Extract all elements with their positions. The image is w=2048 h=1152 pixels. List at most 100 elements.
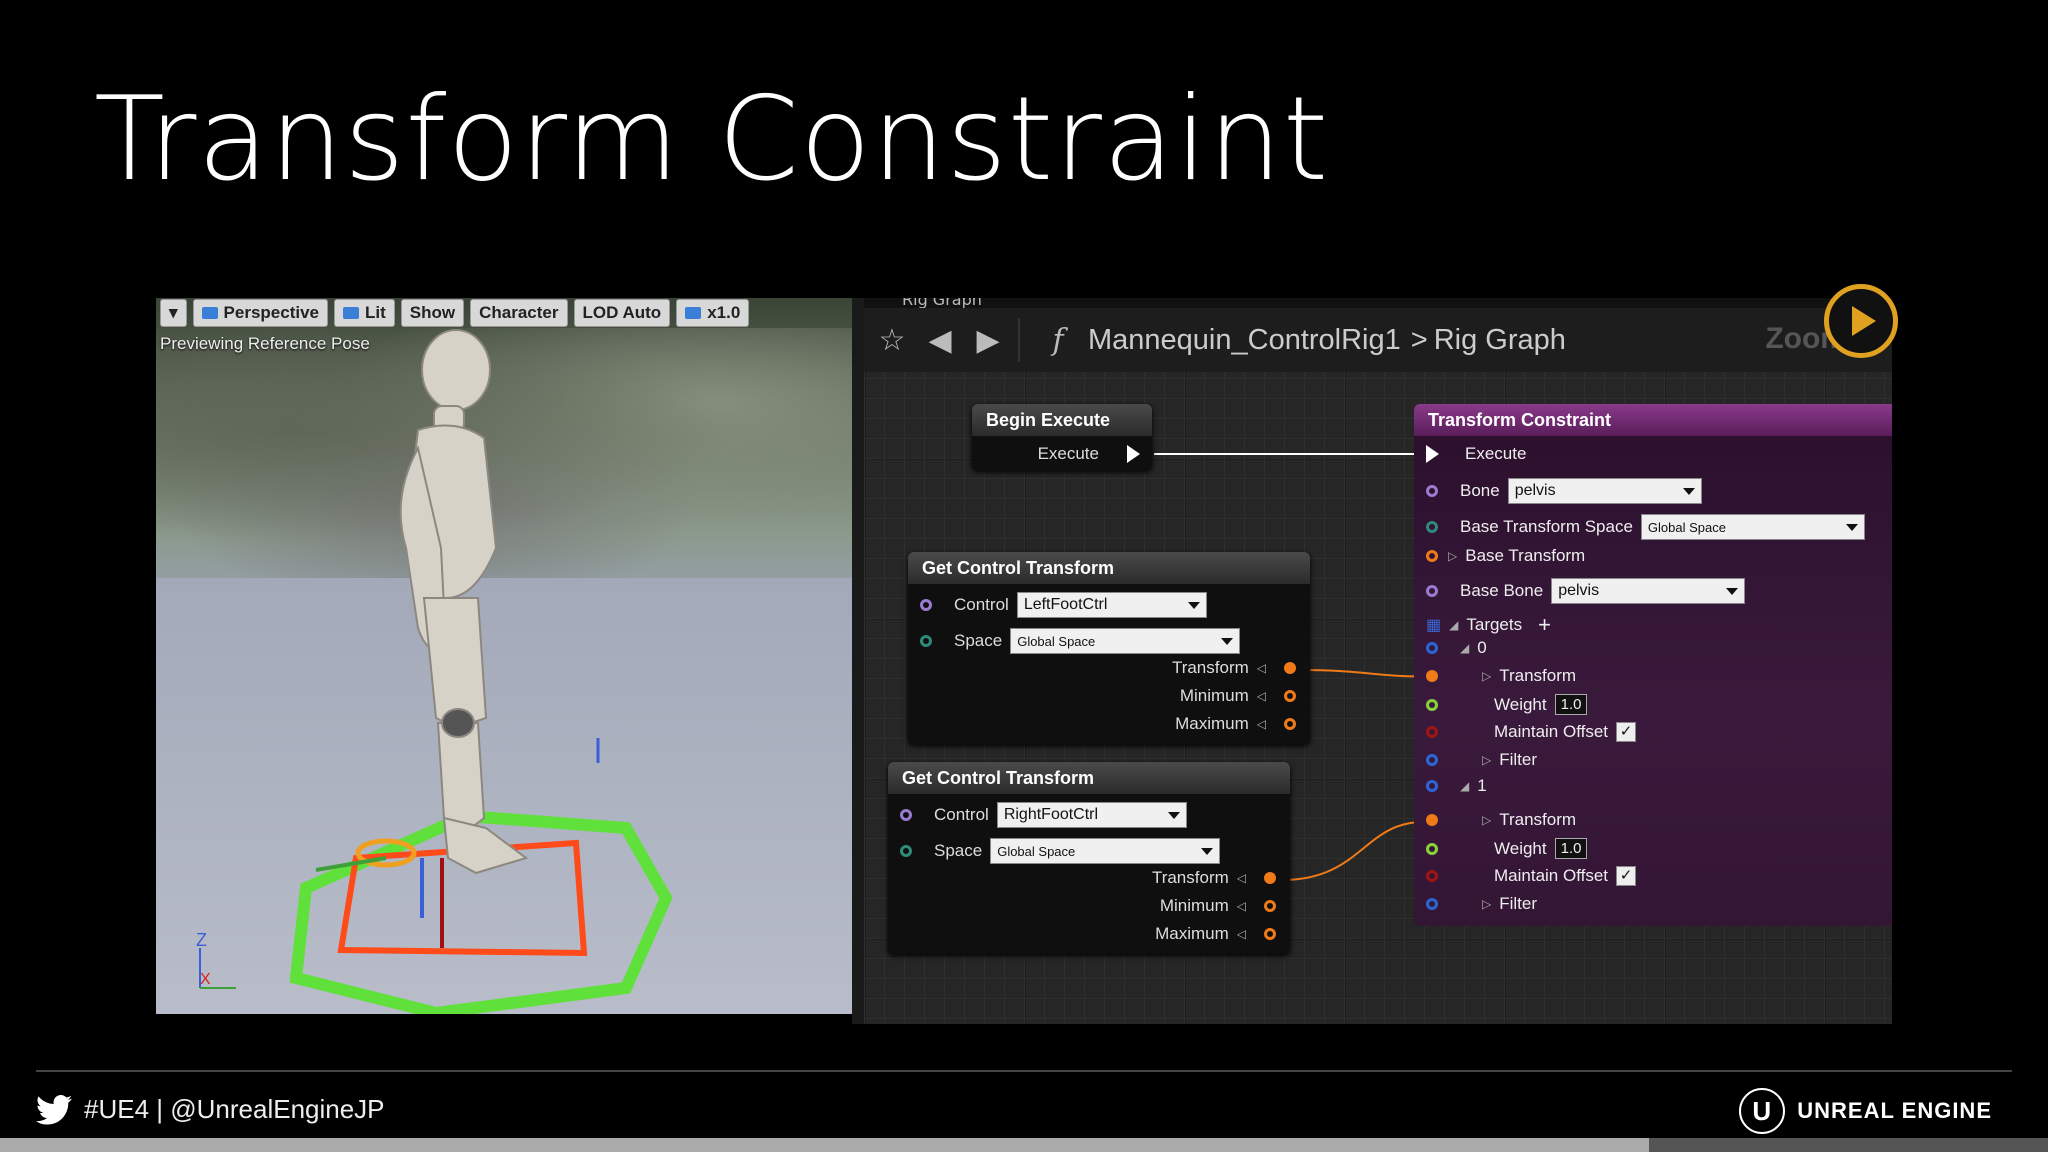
expand-icon[interactable]: ▷ bbox=[1482, 669, 1491, 683]
dropdown-arrow-icon bbox=[1726, 587, 1739, 595]
transform-constraint-title: Transform Constraint bbox=[1414, 404, 1892, 436]
footer-brand: U UNREAL ENGINE bbox=[1739, 1088, 1992, 1134]
brand-text: UNREAL ENGINE bbox=[1797, 1098, 1992, 1123]
space-row-1: Space Global Space bbox=[920, 628, 1241, 654]
collapse-icon[interactable]: ◢ bbox=[1460, 779, 1469, 793]
tc-execute-row: Execute bbox=[1426, 444, 1526, 464]
footer-social: #UE4 | @UnrealEngineJP bbox=[36, 1094, 385, 1125]
viewport[interactable]: ▾ Perspective Lit Show Character LOD Aut… bbox=[156, 298, 852, 1014]
target1-index: 1 bbox=[1477, 776, 1487, 795]
transform-out-pin[interactable] bbox=[1284, 662, 1296, 674]
space-pin[interactable] bbox=[920, 635, 932, 647]
footer-divider bbox=[36, 1070, 2012, 1072]
target0-index: 0 bbox=[1477, 638, 1487, 657]
maximum-out-pin[interactable] bbox=[1284, 718, 1296, 730]
base-bone-label: Base Bone bbox=[1460, 581, 1544, 600]
base-transform-pin[interactable] bbox=[1426, 550, 1438, 562]
exec-in-pin[interactable] bbox=[1426, 445, 1439, 463]
dropdown-arrow-icon bbox=[1187, 601, 1200, 609]
mannequin bbox=[399, 329, 529, 875]
dropdown-arrow-icon bbox=[1201, 847, 1214, 855]
maximum-out-pin[interactable] bbox=[1264, 928, 1276, 940]
space-dropdown-2[interactable]: Global Space bbox=[990, 838, 1221, 864]
transform-constraint-node[interactable]: Transform Constraint Execute Bone pelvis… bbox=[1414, 404, 1892, 926]
control-label: Control bbox=[954, 595, 1009, 614]
base-bone-pin[interactable] bbox=[1426, 585, 1438, 597]
minimum-out-pin[interactable] bbox=[1264, 900, 1276, 912]
panel-divider[interactable] bbox=[852, 298, 864, 1024]
target1-maintain-checkbox[interactable]: ✓ bbox=[1616, 866, 1637, 886]
social-text: #UE4 | @UnrealEngineJP bbox=[84, 1094, 385, 1124]
expand-icon[interactable]: ◁ bbox=[1257, 661, 1266, 675]
expand-icon[interactable]: ▷ bbox=[1448, 549, 1457, 563]
target1-pin[interactable] bbox=[1426, 780, 1438, 792]
base-space-pin[interactable] bbox=[1426, 521, 1438, 533]
target1-weight-pin[interactable] bbox=[1426, 842, 1438, 855]
get-control-transform-node-2[interactable]: Get Control Transform Control RightFootC… bbox=[888, 762, 1290, 954]
minimum-out-row-2: Minimum ◁ bbox=[1160, 896, 1276, 916]
tc-target1-filter-row: ▷ Filter bbox=[1426, 894, 1537, 914]
base-space-dropdown[interactable]: Global Space bbox=[1640, 514, 1865, 540]
tc-base-space-row: Base Transform Space Global Space bbox=[1426, 514, 1865, 540]
control-dropdown-2[interactable]: RightFootCtrl bbox=[996, 802, 1187, 828]
target0-weight-input[interactable]: 1.0 bbox=[1554, 694, 1588, 715]
base-bone-dropdown[interactable]: pelvis bbox=[1551, 578, 1746, 604]
transform-out-row-1: Transform ◁ bbox=[1172, 658, 1296, 678]
control-row-2: Control RightFootCtrl bbox=[900, 802, 1187, 828]
array-icon: ▦ bbox=[1426, 617, 1442, 634]
target0-weight-pin[interactable] bbox=[1426, 698, 1438, 711]
bone-dropdown[interactable]: pelvis bbox=[1507, 478, 1702, 504]
target0-transform-pin[interactable] bbox=[1426, 670, 1438, 682]
target1-filter-pin[interactable] bbox=[1426, 898, 1438, 910]
expand-icon[interactable]: ◁ bbox=[1237, 899, 1246, 913]
target1-filter-label: Filter bbox=[1499, 894, 1538, 913]
minimum-out-pin[interactable] bbox=[1284, 690, 1296, 702]
begin-execute-title: Begin Execute bbox=[972, 404, 1152, 436]
expand-icon[interactable]: ◁ bbox=[1257, 717, 1266, 731]
control-pin[interactable] bbox=[920, 599, 932, 611]
space-pin[interactable] bbox=[900, 845, 912, 857]
target0-pin[interactable] bbox=[1426, 642, 1438, 654]
bone-pin[interactable] bbox=[1426, 485, 1438, 497]
expand-icon[interactable]: ▷ bbox=[1482, 897, 1491, 911]
control-row-1: Control LeftFootCtrl bbox=[920, 592, 1207, 618]
target1-maintain-label: Maintain Offset bbox=[1494, 866, 1609, 885]
play-button[interactable] bbox=[1824, 284, 1898, 358]
base-transform-label: Base Transform bbox=[1465, 546, 1586, 565]
collapse-icon[interactable]: ◢ bbox=[1449, 618, 1458, 632]
target1-transform-pin[interactable] bbox=[1426, 814, 1438, 826]
unreal-logo-icon: U bbox=[1739, 1088, 1786, 1134]
target1-weight-input[interactable]: 1.0 bbox=[1554, 838, 1588, 859]
target0-filter-pin[interactable] bbox=[1426, 754, 1438, 766]
collapse-icon[interactable]: ◢ bbox=[1460, 641, 1469, 655]
begin-execute-node[interactable]: Begin Execute Execute bbox=[972, 404, 1152, 470]
transform-out-pin[interactable] bbox=[1264, 872, 1276, 884]
maximum-out-label: Maximum bbox=[1175, 714, 1249, 733]
add-icon[interactable]: + bbox=[1538, 612, 1551, 638]
get-control-title-1: Get Control Transform bbox=[908, 552, 1310, 584]
get-control-transform-node-1[interactable]: Get Control Transform Control LeftFootCt… bbox=[908, 552, 1310, 744]
dropdown-arrow-icon bbox=[1682, 487, 1695, 495]
target0-maintain-checkbox[interactable]: ✓ bbox=[1616, 722, 1637, 742]
transform-wire-1 bbox=[1281, 820, 1431, 881]
target0-maintain-pin[interactable] bbox=[1426, 726, 1438, 738]
expand-icon[interactable]: ◁ bbox=[1237, 927, 1246, 941]
play-icon bbox=[1852, 306, 1876, 336]
tc-execute-label: Execute bbox=[1465, 444, 1527, 463]
expand-icon[interactable]: ▷ bbox=[1482, 813, 1491, 827]
expand-icon[interactable]: ▷ bbox=[1482, 753, 1491, 767]
exec-out-pin[interactable] bbox=[1127, 445, 1140, 463]
control-dropdown-1[interactable]: LeftFootCtrl bbox=[1016, 592, 1207, 618]
axis-label-x: X bbox=[200, 971, 211, 988]
expand-icon[interactable]: ◁ bbox=[1257, 689, 1266, 703]
transform-out-row-2: Transform ◁ bbox=[1152, 868, 1276, 888]
tc-base-bone-row: Base Bone pelvis bbox=[1426, 578, 1746, 604]
space-dropdown-1[interactable]: Global Space bbox=[1010, 628, 1241, 654]
control-pin[interactable] bbox=[900, 809, 912, 821]
tc-target1-maintain-row: Maintain Offset ✓ bbox=[1426, 866, 1637, 886]
begin-execute-pin-row: Execute bbox=[1038, 444, 1140, 464]
tc-target1-weight-row: Weight 1.0 bbox=[1426, 838, 1588, 859]
tc-target0-maintain-row: Maintain Offset ✓ bbox=[1426, 722, 1637, 742]
target1-maintain-pin[interactable] bbox=[1426, 870, 1438, 882]
expand-icon[interactable]: ◁ bbox=[1237, 871, 1246, 885]
